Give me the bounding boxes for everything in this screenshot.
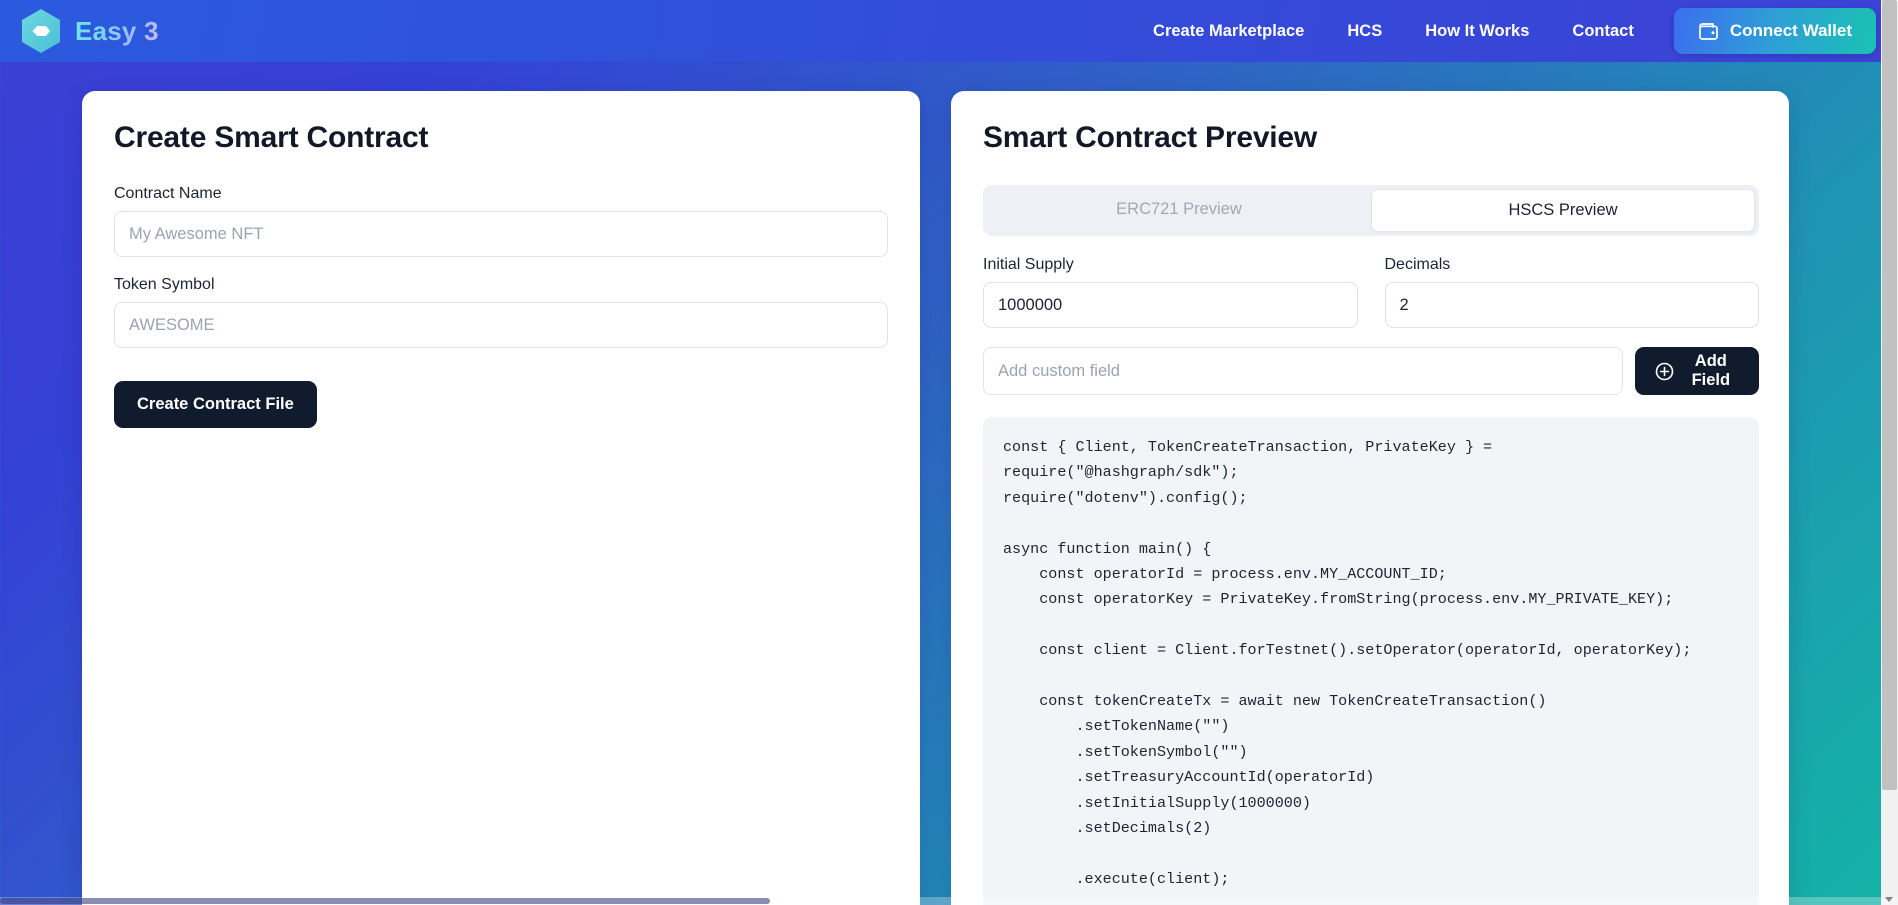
initial-supply-group: Initial Supply <box>983 256 1358 328</box>
top-navigation-bar: Easy 3 Create Marketplace HCS How It Wor… <box>0 0 1898 62</box>
add-custom-field-row: Add Field <box>983 347 1759 395</box>
create-contract-file-button[interactable]: Create Contract File <box>114 381 317 428</box>
plus-circle-icon <box>1655 362 1674 381</box>
supply-decimals-row: Initial Supply Decimals <box>983 256 1759 328</box>
brand-logo[interactable]: Easy 3 <box>20 8 159 54</box>
contract-name-group: Contract Name <box>114 185 888 257</box>
create-smart-contract-panel: Create Smart Contract Contract Name Toke… <box>82 91 920 905</box>
connect-wallet-label: Connect Wallet <box>1729 21 1852 40</box>
tab-hscs-preview[interactable]: HSCS Preview <box>1371 189 1755 232</box>
tab-erc721-preview[interactable]: ERC721 Preview <box>987 189 1371 232</box>
page-title: Create Smart Contract <box>114 121 429 154</box>
token-symbol-label: Token Symbol <box>114 276 215 293</box>
nav-contact[interactable]: Contact <box>1572 22 1633 41</box>
preview-tabs: ERC721 Preview HSCS Preview <box>983 185 1759 236</box>
decimals-group: Decimals <box>1384 256 1759 328</box>
initial-supply-input[interactable] <box>983 282 1358 328</box>
vertical-scrollbar-thumb[interactable] <box>1882 0 1897 790</box>
initial-supply-label: Initial Supply <box>983 256 1074 273</box>
contract-name-input[interactable] <box>114 211 888 257</box>
contract-name-label: Contract Name <box>114 185 222 202</box>
decimals-input[interactable] <box>1384 282 1759 328</box>
connect-wallet-button[interactable]: Connect Wallet <box>1673 8 1876 54</box>
token-symbol-group: Token Symbol <box>114 276 888 348</box>
preview-title: Smart Contract Preview <box>983 121 1318 154</box>
nav-links: Create Marketplace HCS How It Works Cont… <box>1153 22 1634 41</box>
hexagon-token-icon <box>20 8 62 54</box>
nav-create-marketplace[interactable]: Create Marketplace <box>1153 22 1304 41</box>
contract-code-preview: const { Client, TokenCreateTransaction, … <box>983 417 1759 905</box>
nav-how-it-works[interactable]: How It Works <box>1425 22 1529 41</box>
add-field-label: Add Field <box>1691 352 1731 389</box>
horizontal-scrollbar[interactable] <box>0 897 1898 905</box>
nav-hcs[interactable]: HCS <box>1347 22 1382 41</box>
custom-field-input[interactable] <box>983 347 1623 395</box>
main-content: Create Smart Contract Contract Name Toke… <box>0 62 1898 905</box>
add-field-button[interactable]: Add Field <box>1634 347 1759 395</box>
wallet-icon <box>1698 22 1719 41</box>
create-contract-file-label: Create Contract File <box>137 395 294 413</box>
decimals-label: Decimals <box>1384 256 1451 273</box>
brand-name: Easy 3 <box>75 15 159 46</box>
smart-contract-preview-panel: Smart Contract Preview ERC721 Preview HS… <box>951 91 1789 905</box>
vertical-scrollbar[interactable] <box>1881 0 1898 905</box>
token-symbol-input[interactable] <box>114 302 888 348</box>
horizontal-scrollbar-thumb[interactable] <box>0 898 770 904</box>
